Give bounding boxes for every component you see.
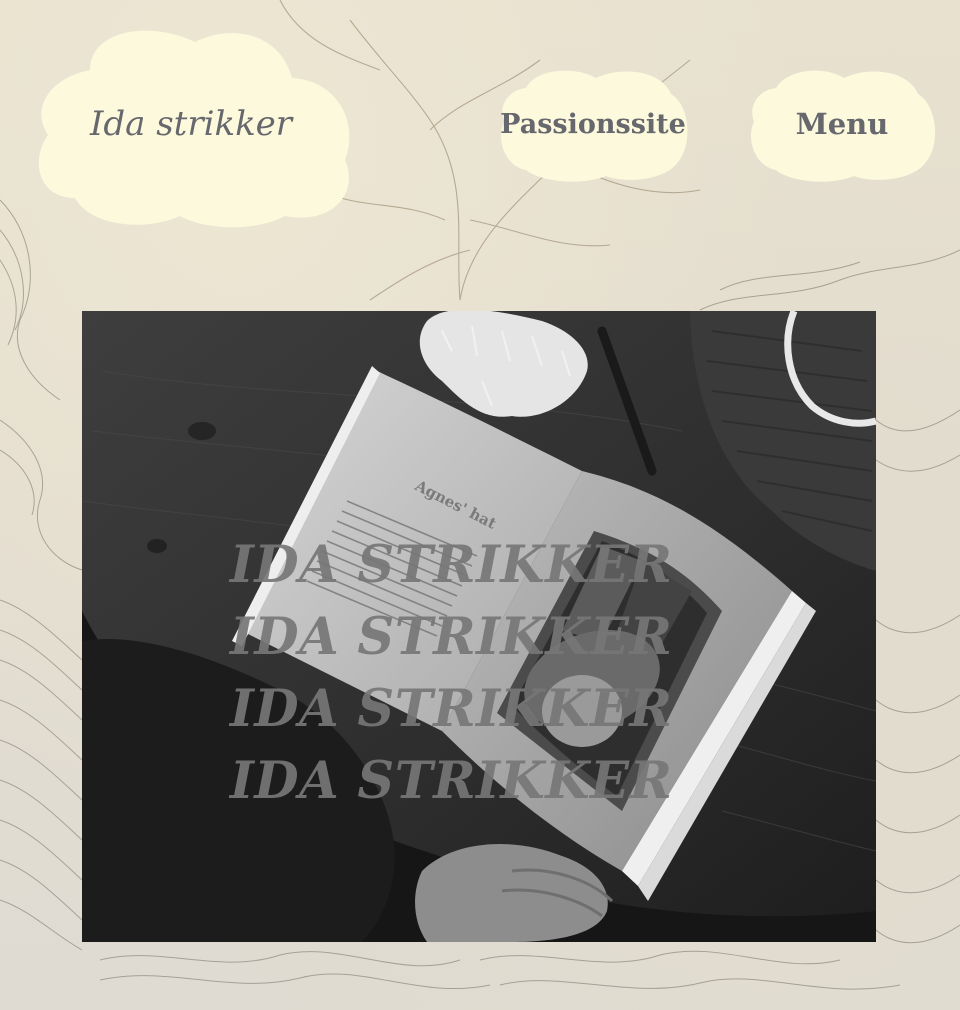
passionssite-link[interactable]: Passionssite [496, 66, 690, 182]
hero-title-line: IDA STRIKKER [230, 679, 673, 739]
hero-title-line: IDA STRIKKER [230, 607, 673, 667]
hero-image: Agnes' hat IDA STRIKKER IDA STRIKKER IDA… [82, 311, 876, 942]
passionssite-label: Passionssite [500, 108, 686, 140]
menu-button[interactable]: Menu [746, 66, 938, 182]
site-logo-text: Ida strikker [89, 104, 293, 144]
hero-title-line: IDA STRIKKER [230, 535, 673, 595]
site-logo-link[interactable]: Ida strikker [30, 20, 352, 228]
hero-title-line: IDA STRIKKER [230, 751, 673, 811]
menu-label: Menu [795, 107, 889, 141]
hero-title-stack: IDA STRIKKER IDA STRIKKER IDA STRIKKER I… [230, 529, 750, 817]
